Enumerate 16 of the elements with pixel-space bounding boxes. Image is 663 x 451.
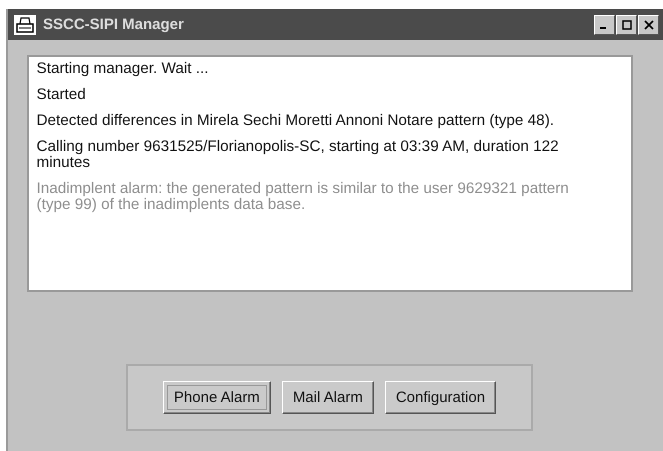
close-icon <box>644 20 654 30</box>
action-button[interactable]: Configuration <box>384 381 496 414</box>
log-message: Inadimplent alarm: the generated pattern is similar to the user 9629321 pattern (type 99) of the inadimplents data base. <box>36 181 570 213</box>
close-button[interactable] <box>638 14 659 34</box>
maximize-icon <box>622 20 632 30</box>
printer-icon <box>14 14 36 34</box>
log-message: Calling number 9631525/Florianopolis-SC, starting at 03:39 AM, duration 122 minutes <box>36 139 560 171</box>
window-title: SSCC-SIPI Manager <box>43 16 185 33</box>
minimize-icon <box>600 27 606 29</box>
log-message: Detected differences in Mirela Sechi Moretti Annoni Notare pattern (type 48). <box>36 113 556 129</box>
maximize-button[interactable] <box>616 14 637 34</box>
log-message: Started <box>36 87 87 103</box>
action-button[interactable]: Mail Alarm <box>282 381 374 414</box>
minimize-button[interactable] <box>594 14 615 34</box>
log-message: Starting manager. Wait ... <box>36 61 210 77</box>
action-button[interactable]: Phone Alarm <box>162 381 271 414</box>
